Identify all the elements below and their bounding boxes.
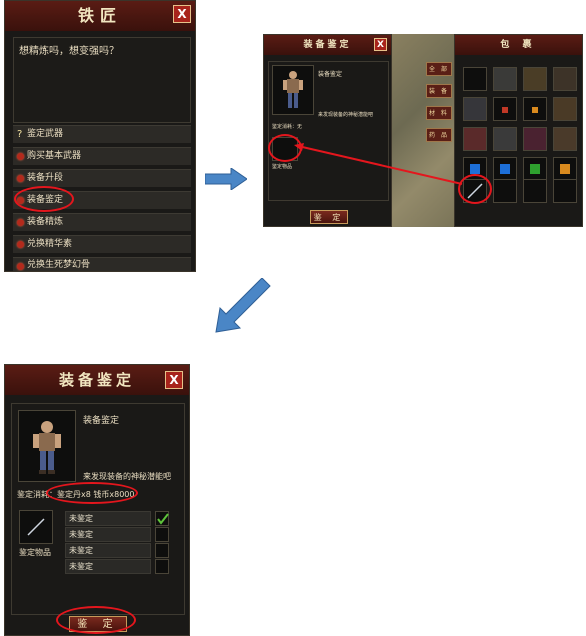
bag-slot[interactable] xyxy=(553,157,577,181)
red-dot-icon xyxy=(17,241,24,248)
menu-item-refine[interactable]: 装备精炼 xyxy=(13,213,191,231)
result-checkbox[interactable] xyxy=(155,527,169,542)
bag-slot[interactable] xyxy=(523,179,547,203)
highlight-oval xyxy=(14,186,74,212)
equipment-desc: 来发现装备的神秘潜能吧 xyxy=(318,112,374,118)
result-checkbox[interactable] xyxy=(155,511,169,526)
highlight-oval xyxy=(46,482,138,504)
character-portrait xyxy=(18,410,76,482)
slot-label: 鉴定物品 xyxy=(272,164,293,170)
tab-equipment[interactable]: 装 备 xyxy=(426,84,452,98)
bag-slot[interactable] xyxy=(493,67,517,91)
warrior-figure-icon xyxy=(283,71,303,108)
red-dot-icon xyxy=(17,263,24,270)
result-row: 未鉴定 xyxy=(65,511,151,526)
bag-slot[interactable] xyxy=(553,67,577,91)
bag-slot[interactable] xyxy=(523,127,547,151)
bag-slot[interactable] xyxy=(493,97,517,121)
result-row: 未鉴定 xyxy=(65,559,151,574)
bag-slot[interactable] xyxy=(493,127,517,151)
equipment-name: 装备鉴定 xyxy=(318,71,343,78)
menu-item-label: 兑换精华素 xyxy=(27,239,73,249)
question-icon: ? xyxy=(17,129,23,140)
identify-title: 装备鉴定 xyxy=(5,365,189,395)
result-label: 未鉴定 xyxy=(69,530,93,539)
red-dot-icon xyxy=(17,219,24,226)
character-portrait xyxy=(272,65,314,115)
arrow-right-icon xyxy=(205,168,247,190)
warrior-figure-icon xyxy=(33,421,61,474)
menu-item-exchange-essence[interactable]: 兑换精华素 xyxy=(13,235,191,253)
bag-slot[interactable] xyxy=(553,179,577,203)
dialog-box: 想精炼吗，想变强吗？ xyxy=(13,37,191,123)
identify-cost: 鉴定消耗：无 xyxy=(272,124,303,130)
menu-item-buy-weapon[interactable]: 购买基本武器 xyxy=(13,147,191,165)
close-button[interactable]: X xyxy=(173,5,191,23)
result-label: 未鉴定 xyxy=(69,546,93,555)
result-row: 未鉴定 xyxy=(65,543,151,558)
menu-item-label: 兑换生死梦幻骨 xyxy=(27,260,91,270)
tab-material[interactable]: 材 料 xyxy=(426,106,452,120)
result-label: 未鉴定 xyxy=(69,514,93,523)
slot-label: 鉴定物品 xyxy=(19,548,51,557)
tab-all[interactable]: 全 部 xyxy=(426,62,452,76)
identify-button[interactable]: 鉴 定 xyxy=(310,210,348,224)
equipment-name: 装备鉴定 xyxy=(83,416,120,426)
result-checkbox[interactable] xyxy=(155,543,169,558)
identify-panel-small: 装备鉴定 X 装备鉴定 来发现装备的神秘潜能吧 鉴定消耗：无 鉴定物品 鉴 定 xyxy=(263,34,392,227)
bag-slot[interactable] xyxy=(463,67,487,91)
bag-slot[interactable] xyxy=(523,157,547,181)
bag-slot[interactable] xyxy=(493,157,517,181)
bag-slot[interactable] xyxy=(463,97,487,121)
blacksmith-panel: 铁匠 X 想精炼吗，想变强吗？ ? 鉴定武器 购买基本武器 装备升段 装备鉴定 … xyxy=(4,0,196,272)
highlight-oval xyxy=(56,606,136,634)
connector-line xyxy=(294,143,463,185)
menu-item-label: 鉴定武器 xyxy=(27,129,64,139)
bag-slot[interactable] xyxy=(493,179,517,203)
menu-item-label: 装备升段 xyxy=(27,173,64,183)
bag-slot[interactable] xyxy=(553,127,577,151)
dialog-text: 想精炼吗，想变强吗？ xyxy=(19,46,119,57)
result-label: 未鉴定 xyxy=(69,562,93,571)
menu-item-label: 购买基本武器 xyxy=(27,151,82,161)
identify-title: 装备鉴定 xyxy=(264,35,391,55)
equipment-desc: 来发现装备的神秘潜能吧 xyxy=(83,472,171,481)
bag-slot[interactable] xyxy=(523,67,547,91)
bag-slot[interactable] xyxy=(553,97,577,121)
bag-slot[interactable] xyxy=(523,97,547,121)
red-dot-icon xyxy=(17,175,24,182)
red-dot-icon xyxy=(17,153,24,160)
close-button[interactable]: X xyxy=(165,371,183,389)
result-checkbox[interactable] xyxy=(155,559,169,574)
result-row: 未鉴定 xyxy=(65,527,151,542)
menu-item-exchange-bone[interactable]: 兑换生死梦幻骨 xyxy=(13,257,191,271)
item-slot[interactable] xyxy=(19,510,53,544)
menu-item-upgrade[interactable]: 装备升段 xyxy=(13,169,191,187)
checkmark-icon xyxy=(157,513,169,525)
blacksmith-title: 铁匠 xyxy=(5,1,195,31)
bag-title: 包 裹 xyxy=(455,35,582,55)
sword-icon xyxy=(27,518,45,536)
menu-item-identify-weapon[interactable]: ? 鉴定武器 xyxy=(13,125,191,143)
menu-item-label: 装备精炼 xyxy=(27,217,64,227)
arrow-down-left-icon xyxy=(215,278,271,333)
close-button[interactable]: X xyxy=(374,38,387,51)
